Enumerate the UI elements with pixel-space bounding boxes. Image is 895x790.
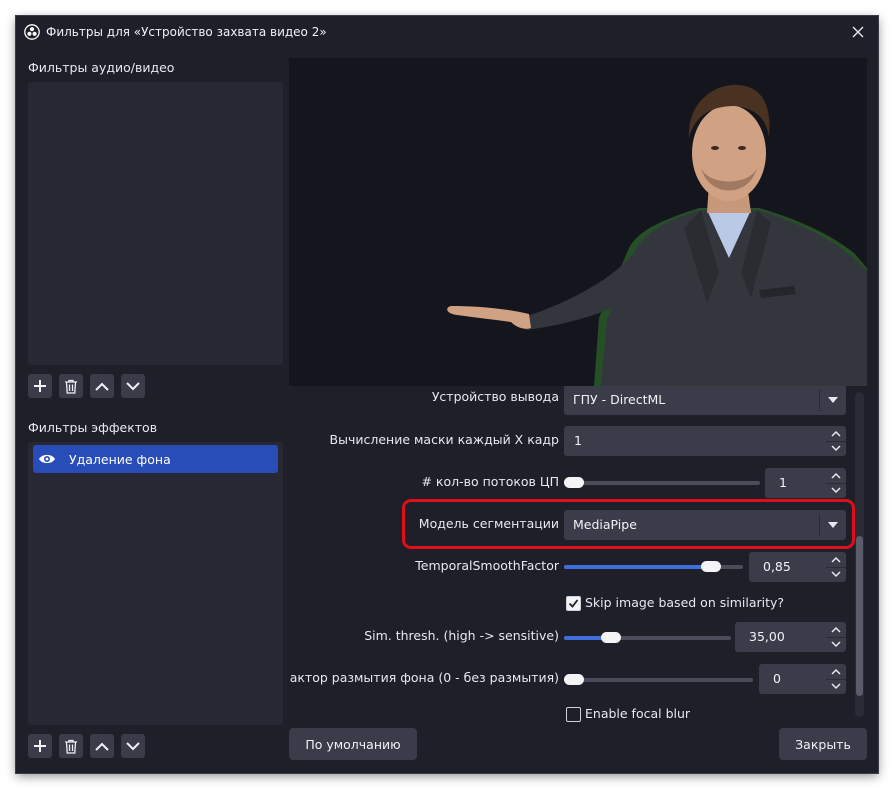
spin-up-icon[interactable]	[826, 622, 846, 638]
mask-every-x-label: Вычисление маски каждый X кадр	[329, 432, 559, 447]
scrollbar-thumb[interactable]	[856, 536, 863, 696]
temporal-smooth-slider[interactable]	[564, 558, 743, 576]
title-bar: Фильтры для «Устройство захвата видео 2»	[16, 16, 878, 48]
effect-filters-label: Фильтры эффектов	[28, 420, 158, 435]
move-effect-filter-up-button[interactable]	[90, 734, 114, 758]
cpu-threads-spinbox[interactable]: 1	[765, 468, 846, 498]
blur-factor-label: Фактор размытия фона (0 - без размытия)	[289, 670, 559, 685]
audio-video-filters-label: Фильтры аудио/видео	[28, 60, 175, 75]
remove-effect-filter-button[interactable]	[59, 734, 83, 758]
spin-up-icon[interactable]	[826, 426, 846, 442]
chevron-up-icon	[95, 742, 109, 751]
cpu-threads-slider[interactable]	[564, 474, 760, 492]
window-close-button[interactable]	[838, 16, 878, 48]
focal-blur-label[interactable]: Enable focal blur	[585, 706, 690, 721]
skip-similar-checkbox[interactable]	[566, 596, 581, 611]
spin-down-icon[interactable]	[826, 483, 846, 498]
cpu-threads-label: # кол-во потоков ЦП	[421, 474, 559, 489]
defaults-button[interactable]: По умолчанию	[289, 728, 417, 760]
mask-every-x-spinbox[interactable]: 1	[564, 426, 846, 456]
chevron-down-icon	[820, 386, 846, 415]
slider-handle[interactable]	[564, 477, 584, 488]
filters-dialog: Фильтры для «Устройство захвата видео 2»…	[16, 16, 878, 773]
slider-handle[interactable]	[601, 632, 621, 643]
blur-factor-spinbox[interactable]: 0	[759, 664, 846, 694]
eye-visibility-icon[interactable]	[38, 452, 56, 466]
presenter-image	[447, 84, 867, 386]
sim-thresh-value: 35,00	[749, 629, 785, 644]
remove-audio-filter-button[interactable]	[59, 374, 83, 398]
spin-up-icon[interactable]	[826, 468, 846, 484]
temporal-smooth-value: 0,85	[763, 559, 791, 574]
effect-filters-list[interactable]: Удаление фона	[28, 442, 283, 725]
mask-every-x-value: 1	[574, 433, 582, 448]
close-button[interactable]: Закрыть	[779, 728, 867, 760]
skip-similar-label[interactable]: Skip image based on similarity?	[585, 595, 784, 610]
trash-icon	[65, 739, 77, 754]
spin-up-icon[interactable]	[826, 664, 846, 680]
output-device-select[interactable]: ГПУ - DirectML	[564, 386, 846, 415]
filter-item-background-removal[interactable]: Удаление фона	[33, 445, 278, 473]
focal-blur-checkbox[interactable]	[566, 707, 581, 722]
audio-video-filters-list[interactable]	[28, 82, 283, 365]
spin-down-icon[interactable]	[826, 637, 846, 652]
slider-handle[interactable]	[701, 561, 721, 572]
plus-icon	[34, 740, 46, 752]
checkmark-icon	[568, 599, 579, 608]
spin-up-icon[interactable]	[826, 552, 846, 568]
segmentation-model-highlight	[402, 499, 855, 549]
add-effect-filter-button[interactable]	[28, 734, 52, 758]
chevron-up-icon	[95, 382, 109, 391]
move-audio-filter-down-button[interactable]	[121, 374, 145, 398]
filter-properties-panel: Устройство вывода ГПУ - DirectML Вычисле…	[289, 386, 867, 724]
sim-thresh-slider[interactable]	[564, 629, 731, 647]
temporal-smooth-spinbox[interactable]: 0,85	[749, 552, 846, 582]
sim-thresh-label: Sim. thresh. (high -> sensitive)	[364, 628, 559, 643]
blur-factor-value: 0	[773, 671, 781, 686]
blur-factor-slider[interactable]	[564, 671, 753, 689]
trash-icon	[65, 379, 77, 394]
obs-logo-icon	[24, 24, 40, 40]
temporal-smooth-label: TemporalSmoothFactor	[415, 558, 559, 573]
slider-handle[interactable]	[564, 674, 584, 685]
filter-item-label: Удаление фона	[69, 452, 171, 467]
add-audio-filter-button[interactable]	[28, 374, 52, 398]
video-preview	[289, 58, 867, 386]
cpu-threads-value: 1	[779, 475, 787, 490]
move-audio-filter-up-button[interactable]	[90, 374, 114, 398]
chevron-down-icon	[126, 741, 140, 750]
properties-scrollbar[interactable]	[855, 392, 864, 717]
window-title: Фильтры для «Устройство захвата видео 2»	[46, 25, 327, 39]
close-icon	[852, 26, 864, 38]
spin-down-icon[interactable]	[826, 441, 846, 456]
spin-down-icon[interactable]	[826, 679, 846, 694]
plus-icon	[34, 380, 46, 392]
sim-thresh-spinbox[interactable]: 35,00	[735, 622, 846, 652]
move-effect-filter-down-button[interactable]	[121, 734, 145, 758]
output-device-value: ГПУ - DirectML	[573, 392, 666, 407]
chevron-down-icon	[126, 381, 140, 390]
spin-down-icon[interactable]	[826, 567, 846, 582]
output-device-label: Устройство вывода	[431, 389, 559, 404]
